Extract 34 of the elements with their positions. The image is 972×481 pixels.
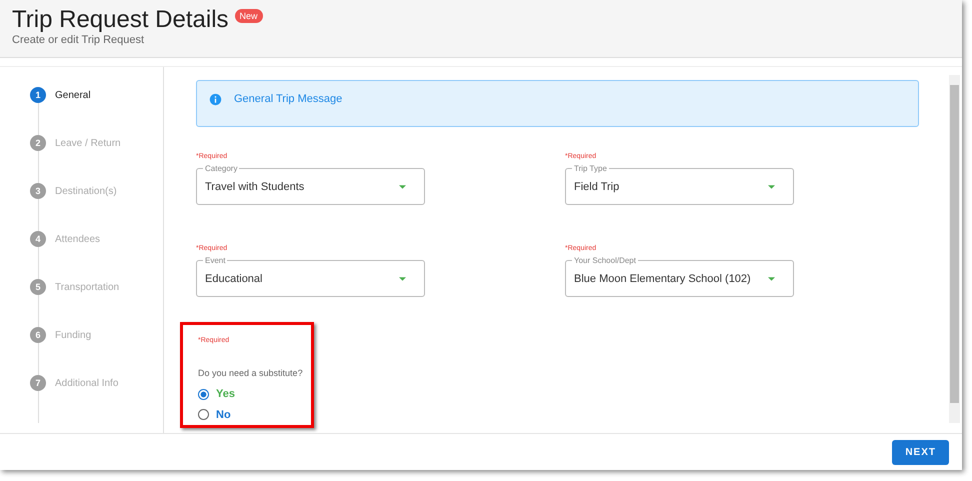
step-label[interactable]: Funding xyxy=(55,330,92,340)
step-label[interactable]: Destination(s) xyxy=(55,186,117,196)
question-text: Do you need a substitute? xyxy=(198,368,304,378)
step-label[interactable]: Additional Info xyxy=(55,378,118,388)
step-number: 7 xyxy=(30,375,46,391)
field-label: Your School/Dept xyxy=(572,256,638,265)
step-number: 6 xyxy=(30,327,46,343)
step-label[interactable]: General xyxy=(55,90,91,100)
step-label[interactable]: Transportation xyxy=(55,282,120,292)
caret-icon xyxy=(399,276,406,280)
next-button[interactable]: NEXT xyxy=(892,440,949,464)
step-number: 2 xyxy=(30,135,46,151)
radio-button[interactable] xyxy=(198,388,209,400)
field-label: Trip Type xyxy=(572,164,609,173)
caret-icon xyxy=(768,276,775,280)
step-label[interactable]: Attendees xyxy=(55,234,100,244)
option-label[interactable]: Yes xyxy=(216,388,235,400)
page-subtitle: Create or edit Trip Request xyxy=(12,34,146,46)
option-label[interactable]: No xyxy=(216,408,231,421)
scrollbar[interactable] xyxy=(949,75,960,423)
step-number: 1 xyxy=(30,87,46,103)
field-label: Category xyxy=(203,164,240,173)
caret-icon xyxy=(768,184,775,188)
caret-icon xyxy=(399,184,406,188)
step-number: 5 xyxy=(30,279,46,295)
info-icon xyxy=(209,93,222,106)
field-label: Event xyxy=(203,256,228,265)
step-number: 4 xyxy=(30,231,46,247)
step-number: 3 xyxy=(30,183,46,199)
page-title: Trip Request Details xyxy=(12,6,229,34)
step-label[interactable]: Leave / Return xyxy=(55,138,121,148)
radio-button[interactable] xyxy=(198,409,209,420)
new-badge: New xyxy=(234,9,263,23)
message-text: General Trip Message xyxy=(234,93,342,105)
